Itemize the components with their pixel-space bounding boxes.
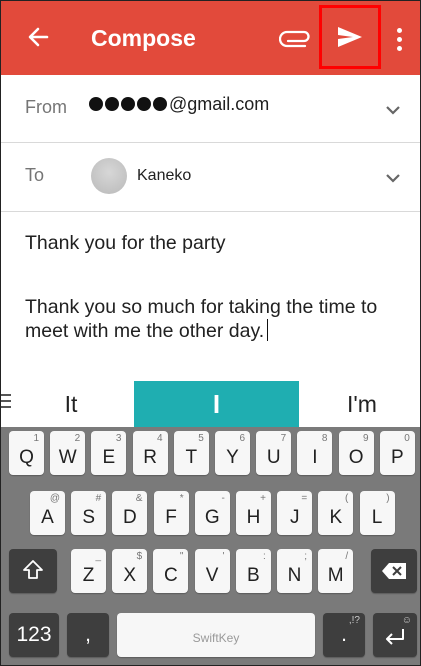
key-w[interactable]: 2W: [50, 431, 86, 475]
key-m[interactable]: / M: [318, 549, 354, 593]
key-f[interactable]: * F: [153, 491, 189, 535]
keyboard: 1Q2W3E4R5T6Y7U8I9O0P @ A # S & D * F - G + H = J(K) L …: [1, 427, 420, 665]
suggestion-right[interactable]: I'm: [337, 391, 387, 418]
key-s[interactable]: # S: [71, 491, 107, 535]
enter-icon: [386, 629, 404, 645]
key-t[interactable]: 5T: [173, 431, 209, 475]
from-label: From: [25, 97, 67, 117]
app-bar: Compose: [1, 1, 420, 75]
key-h[interactable]: + H: [236, 491, 271, 535]
back-arrow-icon[interactable]: [25, 19, 55, 55]
recipient-chip[interactable]: Kaneko: [137, 167, 191, 185]
screen: Compose From @gmail.com To Kaneko Thank …: [0, 0, 421, 666]
enter-key[interactable]: ☺: [373, 613, 417, 657]
key-r[interactable]: 4R: [132, 431, 168, 475]
key-l[interactable]: ) L: [359, 491, 395, 535]
key-b[interactable]: :B: [235, 549, 271, 593]
key-i[interactable]: 8I: [297, 431, 333, 475]
key-z[interactable]: _ Z: [71, 549, 106, 593]
suggestion-bar: It I I'm: [1, 381, 420, 427]
key-u[interactable]: 7U: [256, 431, 292, 475]
key-q[interactable]: 1Q: [9, 431, 44, 475]
chevron-down-icon[interactable]: [383, 171, 403, 185]
key-k[interactable]: (K: [318, 491, 354, 535]
key-x[interactable]: $ X: [112, 549, 148, 593]
send-button[interactable]: [319, 5, 381, 69]
avatar: [91, 158, 127, 194]
page-title: Compose: [91, 25, 196, 51]
key-g[interactable]: -G: [194, 491, 230, 535]
chevron-down-icon[interactable]: [383, 103, 403, 117]
numbers-key[interactable]: 123: [9, 613, 59, 657]
shift-icon: [23, 560, 43, 579]
shift-key[interactable]: [9, 549, 57, 593]
key-c[interactable]: " C: [153, 549, 189, 593]
more-vert-icon[interactable]: [389, 23, 409, 55]
menu-icon[interactable]: [1, 394, 13, 412]
from-field[interactable]: From @gmail.com: [1, 75, 420, 143]
comma-key[interactable]: ,: [67, 613, 109, 657]
key-p[interactable]: 0P: [379, 431, 415, 475]
period-key[interactable]: ,!?.: [323, 613, 365, 657]
key-n[interactable]: ; N: [277, 549, 312, 593]
suggestion-left[interactable]: It: [49, 391, 93, 418]
to-field[interactable]: To Kaneko: [1, 143, 420, 212]
key-v[interactable]: ' V: [194, 549, 230, 593]
subject-field[interactable]: Thank you for the party: [25, 232, 226, 255]
key-e[interactable]: 3E: [91, 431, 127, 475]
space-key[interactable]: SwiftKey: [117, 613, 315, 657]
to-label: To: [25, 165, 45, 185]
body-field[interactable]: Thank you so much for taking the time to…: [25, 295, 415, 343]
backspace-key[interactable]: [371, 549, 417, 593]
key-y[interactable]: 6Y: [215, 431, 250, 475]
key-o[interactable]: 9O: [338, 431, 374, 475]
key-d[interactable]: & D: [112, 491, 148, 535]
text-cursor: [267, 319, 269, 341]
attach-icon[interactable]: [278, 27, 313, 51]
key-j[interactable]: = J: [277, 491, 313, 535]
from-email: @gmail.com: [89, 94, 269, 115]
send-icon: [338, 27, 362, 47]
suggestion-center[interactable]: I: [134, 381, 299, 427]
key-a[interactable]: @ A: [30, 491, 65, 535]
backspace-icon: [382, 563, 406, 579]
